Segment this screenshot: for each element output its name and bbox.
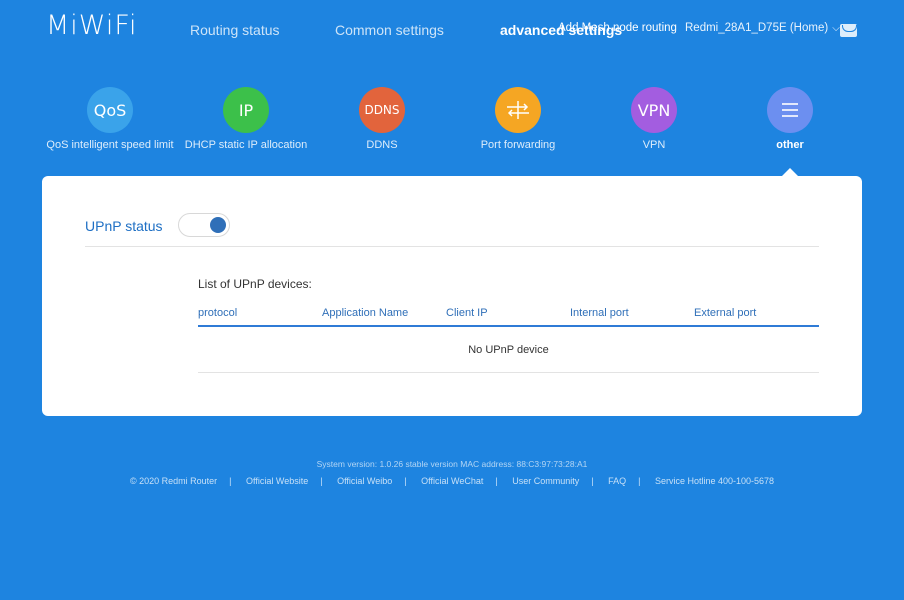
miwifi-logo: MiWiFi [46, 10, 138, 41]
tab-routing-status[interactable]: Routing status [190, 22, 280, 38]
upnp-status-label: UPnP status [85, 218, 163, 234]
footer-copyright: © 2020 Redmi Router [129, 476, 218, 486]
mail-icon[interactable] [840, 24, 857, 37]
chevron-down-icon: ⌵ [832, 23, 840, 34]
column-external-port: External port [694, 307, 757, 319]
footer-faq[interactable]: FAQ [608, 476, 626, 486]
column-client-ip: Client IP [446, 307, 488, 319]
column-application-name: Application Name [322, 307, 409, 319]
divider [85, 246, 819, 247]
ddns-icon: DDNS [359, 87, 405, 133]
feature-other-label: other [776, 139, 804, 151]
ip-icon: IP [223, 87, 269, 133]
page: MiWiFi Routing status Common settings ad… [0, 0, 904, 600]
footer-links: © 2020 Redmi Router | Official Website | O… [129, 476, 775, 486]
vpn-icon: VPN [631, 87, 677, 133]
toggle-knob [210, 217, 226, 233]
add-mesh-node-link[interactable]: Add Mesh node routing [558, 22, 677, 34]
menu-icon [767, 87, 813, 133]
upnp-card: UPnP status List of UPnP devices: protoc… [42, 176, 862, 416]
footer-official-wechat[interactable]: Official WeChat [421, 476, 483, 486]
qos-icon: QoS [87, 87, 133, 133]
footer-official-weibo[interactable]: Official Weibo [337, 476, 392, 486]
tab-common-settings[interactable]: Common settings [335, 22, 444, 38]
upnp-toggle[interactable] [178, 213, 230, 237]
router-name-dropdown[interactable]: Redmi_28A1_D75E (Home) ⌵ [685, 22, 840, 34]
table-header: protocol Application Name Client IP Inte… [198, 307, 819, 327]
system-version: System version: 1.0.26 stable version MA… [316, 459, 588, 469]
column-protocol: protocol [198, 307, 238, 319]
footer-official-website[interactable]: Official Website [246, 476, 308, 486]
footer-service-hotline: Service Hotline 400-100-5678 [654, 476, 775, 486]
footer-user-community[interactable]: User Community [512, 476, 579, 486]
empty-table-message: No UPnP device [198, 327, 819, 373]
column-internal-port: Internal port [570, 307, 629, 319]
feature-other[interactable]: other [710, 87, 870, 151]
upnp-device-table: protocol Application Name Client IP Inte… [198, 307, 819, 373]
router-name-label: Redmi_28A1_D75E (Home) [685, 22, 829, 34]
upnp-list-title: List of UPnP devices: [198, 277, 312, 291]
port-forward-icon [495, 87, 541, 133]
